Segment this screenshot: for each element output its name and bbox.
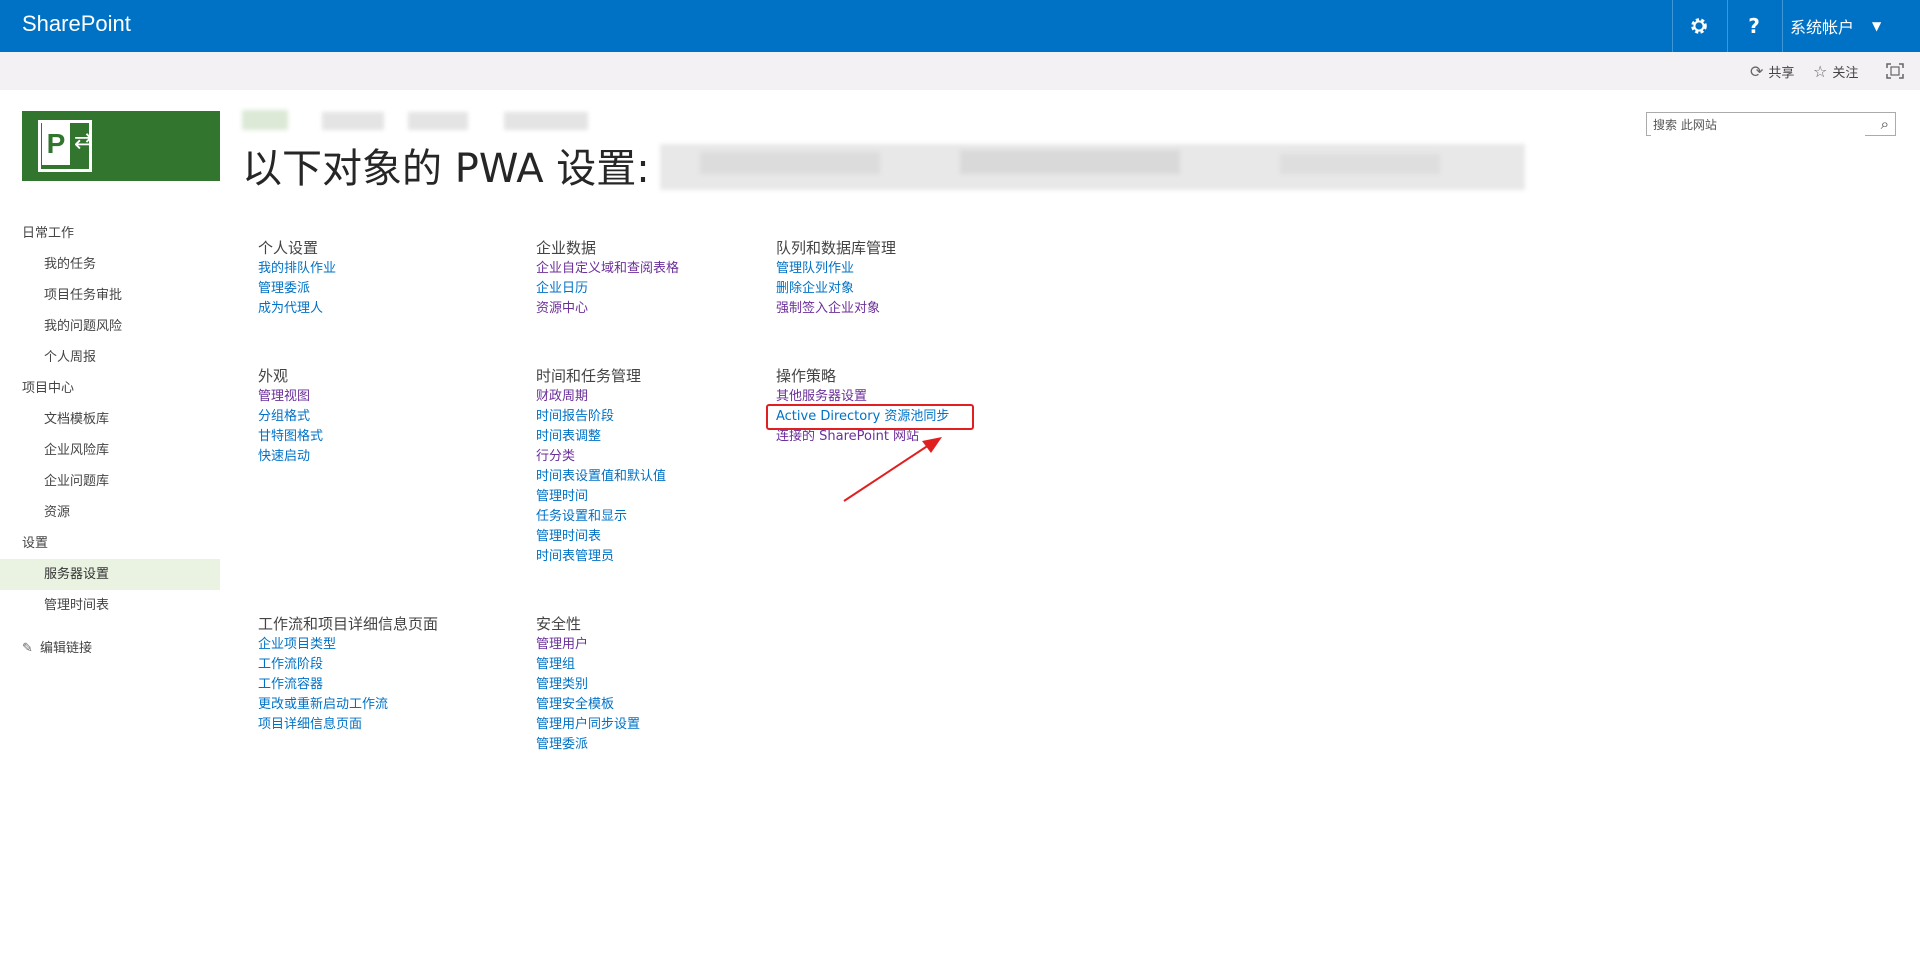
link-gantt-formats[interactable]: 甘特图格式 (258, 427, 323, 447)
link-timesheet-managers[interactable]: 时间表管理员 (536, 547, 666, 567)
brand-name[interactable]: SharePoint (22, 11, 131, 37)
link-quick-launch[interactable]: 快速启动 (258, 447, 323, 467)
link-my-queued-jobs[interactable]: 我的排队作业 (258, 259, 336, 279)
follow-label: 关注 (1832, 65, 1859, 81)
user-menu[interactable]: 系统帐户 ▼ (1790, 0, 1881, 52)
gear-icon (1691, 18, 1707, 34)
link-time-reporting-periods[interactable]: 时间报告阶段 (536, 407, 666, 427)
nav-item-my-issues-risks[interactable]: 我的问题风险 (0, 311, 220, 342)
group-heading: 时间和任务管理 (536, 367, 642, 385)
link-custom-fields[interactable]: 企业自定义域和查阅表格 (536, 259, 679, 279)
follow-button[interactable]: ☆ 关注 (1813, 52, 1858, 90)
group-time-task-management: 时间和任务管理 财政周期 时间报告阶段 时间表调整 行分类 时间表设置值和默认值… (536, 365, 666, 567)
pencil-icon: ✎ (22, 641, 33, 656)
share-icon: ⟳ (1750, 61, 1764, 81)
group-heading: 操作策略 (776, 367, 837, 385)
link-manage-users[interactable]: 管理用户 (536, 635, 640, 655)
nav-heading-settings[interactable]: 设置 (0, 528, 220, 559)
link-workflow-phases[interactable]: 工作流阶段 (258, 655, 438, 675)
link-line-classifications[interactable]: 行分类 (536, 447, 666, 467)
link-timesheet-settings[interactable]: 时间表设置值和默认值 (536, 467, 666, 487)
divider (1782, 0, 1783, 52)
group-heading: 个人设置 (258, 239, 319, 257)
chevron-down-icon: ▼ (1872, 19, 1882, 33)
link-manage-categories[interactable]: 管理类别 (536, 675, 640, 695)
breadcrumb-blurred[interactable] (504, 112, 588, 130)
logo-letter: P (42, 123, 70, 165)
help-button[interactable]: ? (1727, 0, 1781, 52)
link-enterprise-project-types[interactable]: 企业项目类型 (258, 635, 438, 655)
help-icon: ? (1748, 14, 1760, 38)
link-manage-timesheets[interactable]: 管理时间表 (536, 527, 666, 547)
site-search-box: ⌕ (1646, 112, 1896, 136)
group-workflow-pdp: 工作流和项目详细信息页面 企业项目类型 工作流阶段 工作流容器 更改或重新启动工… (258, 613, 438, 735)
nav-item-manage-timesheets[interactable]: 管理时间表 (0, 590, 220, 621)
link-manage-security-templates[interactable]: 管理安全模板 (536, 695, 640, 715)
nav-item-task-approval[interactable]: 项目任务审批 (0, 280, 220, 311)
link-manage-delegates-security[interactable]: 管理委派 (536, 735, 640, 755)
edit-links-button[interactable]: ✎ 编辑链接 (0, 633, 220, 664)
star-icon: ☆ (1813, 61, 1828, 81)
nav-heading-daily-work[interactable]: 日常工作 (0, 218, 220, 249)
group-heading: 工作流和项目详细信息页面 (258, 615, 439, 633)
link-delete-enterprise-objects[interactable]: 删除企业对象 (776, 279, 896, 299)
nav-item-server-settings[interactable]: 服务器设置 (0, 559, 220, 590)
link-resource-center[interactable]: 资源中心 (536, 299, 679, 319)
group-enterprise-data: 企业数据 企业自定义域和查阅表格 企业日历 资源中心 (536, 237, 679, 319)
breadcrumb-blurred[interactable] (242, 110, 288, 130)
edit-links-label: 编辑链接 (40, 641, 93, 656)
quick-launch: 日常工作 我的任务 项目任务审批 我的问题风险 个人周报 项目中心 文档模板库 … (0, 218, 220, 664)
site-logo[interactable]: P ⇄ (22, 111, 220, 181)
link-timesheet-adjustment[interactable]: 时间表调整 (536, 427, 666, 447)
group-queue-database: 队列和数据库管理 管理队列作业 删除企业对象 强制签入企业对象 (776, 237, 896, 319)
nav-item-resources[interactable]: 资源 (0, 497, 220, 528)
link-manage-views[interactable]: 管理视图 (258, 387, 323, 407)
link-grouping-formats[interactable]: 分组格式 (258, 407, 323, 427)
link-manage-delegates[interactable]: 管理委派 (258, 279, 336, 299)
nav-item-weekly-report[interactable]: 个人周报 (0, 342, 220, 373)
link-enterprise-calendars[interactable]: 企业日历 (536, 279, 679, 299)
group-personal-settings: 个人设置 我的排队作业 管理委派 成为代理人 (258, 237, 336, 319)
link-manage-groups[interactable]: 管理组 (536, 655, 640, 675)
search-icon[interactable]: ⌕ (1881, 115, 1889, 133)
link-administrative-time[interactable]: 管理时间 (536, 487, 666, 507)
annotation-arrow-icon (843, 437, 942, 502)
nav-item-enterprise-issues[interactable]: 企业问题库 (0, 466, 220, 497)
nav-item-enterprise-risks[interactable]: 企业风险库 (0, 435, 220, 466)
user-name: 系统帐户 (1790, 18, 1855, 37)
link-manage-queue-jobs[interactable]: 管理队列作业 (776, 259, 896, 279)
logo-arrows-icon: ⇄ (74, 129, 93, 154)
focus-frame-icon (1886, 63, 1904, 79)
group-heading: 外观 (258, 367, 289, 385)
link-task-settings-display[interactable]: 任务设置和显示 (536, 507, 666, 527)
link-project-detail-pages[interactable]: 项目详细信息页面 (258, 715, 438, 735)
group-heading: 安全性 (536, 615, 582, 633)
search-input[interactable] (1651, 114, 1865, 136)
group-heading: 企业数据 (536, 239, 597, 257)
breadcrumb-blurred[interactable] (408, 112, 468, 130)
link-change-restart-workflows[interactable]: 更改或重新启动工作流 (258, 695, 438, 715)
link-workflow-stages[interactable]: 工作流容器 (258, 675, 438, 695)
settings-button[interactable] (1672, 0, 1726, 52)
group-security: 安全性 管理用户 管理组 管理类别 管理安全模板 管理用户同步设置 管理委派 (536, 613, 640, 755)
share-label: 共享 (1768, 65, 1795, 81)
page-title: 以下对象的 PWA 设置: (242, 146, 650, 192)
nav-item-my-tasks[interactable]: 我的任务 (0, 249, 220, 280)
breadcrumb-blurred[interactable] (322, 112, 384, 130)
link-fiscal-periods[interactable]: 财政周期 (536, 387, 666, 407)
site-name-blurred (660, 144, 1525, 190)
link-act-as-delegate[interactable]: 成为代理人 (258, 299, 336, 319)
group-look-and-feel: 外观 管理视图 分组格式 甘特图格式 快速启动 (258, 365, 323, 467)
focus-content-button[interactable] (1886, 52, 1904, 90)
nav-item-document-templates[interactable]: 文档模板库 (0, 404, 220, 435)
link-user-sync-settings[interactable]: 管理用户同步设置 (536, 715, 640, 735)
group-heading: 队列和数据库管理 (776, 239, 897, 257)
nav-heading-project-center[interactable]: 项目中心 (0, 373, 220, 404)
ribbon-bar: ⟳ 共享 ☆ 关注 (0, 52, 1920, 90)
share-button[interactable]: ⟳ 共享 (1750, 52, 1794, 90)
link-force-check-in[interactable]: 强制签入企业对象 (776, 299, 896, 319)
suite-bar: SharePoint ? 系统帐户 ▼ (0, 0, 1920, 52)
